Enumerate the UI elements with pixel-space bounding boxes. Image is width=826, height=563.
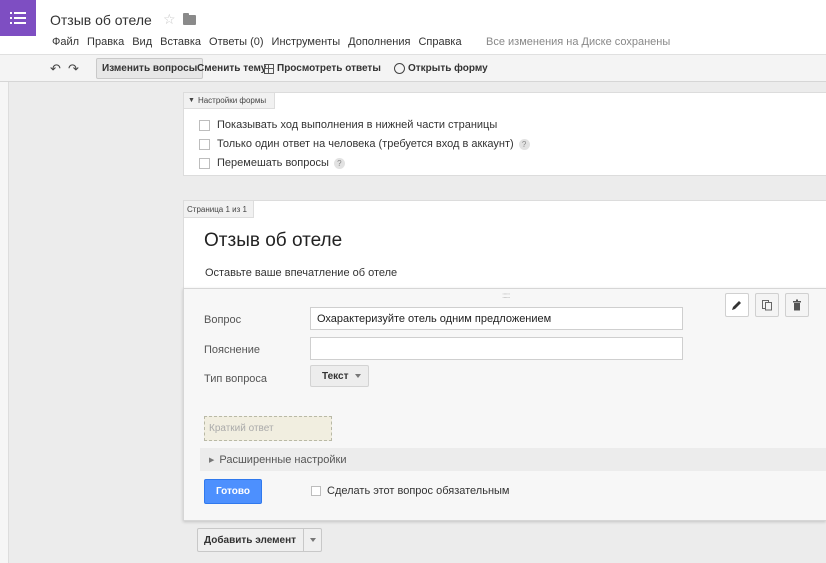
- forms-app-icon[interactable]: [0, 0, 36, 36]
- question-type-label: Тип вопроса: [204, 373, 268, 385]
- caret-down-icon: [355, 374, 361, 378]
- change-theme-label: Сменить тему: [197, 63, 267, 74]
- menu-file[interactable]: Файл: [52, 36, 79, 48]
- edit-questions-button[interactable]: Изменить вопросы: [96, 58, 204, 79]
- form-settings-label: Настройки формы: [197, 96, 267, 105]
- done-button[interactable]: Готово: [204, 479, 262, 504]
- document-title[interactable]: Отзыв об отеле: [50, 12, 152, 28]
- toolbar: ↶ ↷ Изменить вопросы Сменить тему Просмо…: [0, 54, 826, 82]
- redo-icon[interactable]: ↷: [68, 61, 79, 77]
- left-column: [0, 82, 9, 563]
- menu-view[interactable]: Вид: [132, 36, 152, 48]
- help-text-label: Пояснение: [204, 344, 261, 356]
- form-description[interactable]: Оставьте ваше впечатление об отеле: [205, 267, 397, 279]
- question-type-value: Текст: [322, 370, 349, 382]
- grid-icon: [264, 63, 274, 74]
- view-responses-button[interactable]: Просмотреть ответы: [259, 58, 386, 79]
- required-toggle[interactable]: Сделать этот вопрос обязательным: [311, 485, 510, 497]
- checkbox[interactable]: [199, 119, 210, 131]
- question-title-input[interactable]: [310, 307, 683, 330]
- advanced-settings-toggle[interactable]: ▶ Расширенные настройки: [200, 448, 826, 471]
- setting-show-progress[interactable]: Показывать ход выполнения в нижней части…: [199, 119, 497, 131]
- edit-question-button[interactable]: [725, 293, 749, 317]
- checkbox[interactable]: [199, 157, 210, 169]
- required-label: Сделать этот вопрос обязательным: [327, 485, 510, 497]
- folder-icon[interactable]: [183, 13, 196, 25]
- duplicate-question-button[interactable]: [755, 293, 779, 317]
- copy-icon: [762, 300, 772, 311]
- menu-edit[interactable]: Правка: [87, 36, 124, 48]
- page-card: Страница 1 из 1 Отзыв об отеле Оставьте …: [183, 200, 826, 290]
- menu-insert[interactable]: Вставка: [160, 36, 201, 48]
- add-element-label: Добавить элемент: [198, 529, 305, 551]
- add-element-button[interactable]: Добавить элемент: [197, 528, 323, 552]
- form-settings-toggle[interactable]: ▼ Настройки формы: [184, 93, 276, 109]
- checkbox[interactable]: [199, 138, 210, 150]
- add-element-dropdown[interactable]: [304, 529, 321, 551]
- help-icon[interactable]: ?: [333, 157, 345, 169]
- short-answer-preview: Краткий ответ: [204, 416, 332, 441]
- pencil-icon: [732, 301, 741, 310]
- triangle-right-icon: ▶: [209, 456, 215, 464]
- menu-bar: Файл Правка Вид Вставка Ответы (0) Инстр…: [52, 36, 470, 48]
- edit-questions-label: Изменить вопросы: [102, 63, 198, 74]
- view-responses-label: Просмотреть ответы: [277, 63, 381, 74]
- page-indicator: Страница 1 из 1: [184, 201, 254, 218]
- setting-one-response[interactable]: Только один ответ на человека (требуется…: [199, 138, 530, 150]
- delete-question-button[interactable]: [785, 293, 809, 317]
- help-text-input[interactable]: [310, 337, 683, 360]
- form-settings-panel: ▼ Настройки формы Показывать ход выполне…: [183, 92, 826, 176]
- menu-help[interactable]: Справка: [418, 36, 461, 48]
- undo-icon[interactable]: ↶: [50, 61, 61, 77]
- triangle-down-icon: ▼: [188, 97, 195, 104]
- menu-addons[interactable]: Дополнения: [348, 36, 410, 48]
- save-status: Все изменения на Диске сохранены: [486, 36, 671, 48]
- app-header: Отзыв об отеле ☆ Файл Правка Вид Вставка…: [0, 0, 826, 54]
- drag-handle-icon[interactable]: ::::::: [502, 291, 510, 300]
- setting-label: Показывать ход выполнения в нижней части…: [217, 119, 498, 131]
- question-label: Вопрос: [204, 314, 242, 326]
- trash-icon: [793, 299, 801, 311]
- open-form-button[interactable]: Открыть форму: [389, 58, 493, 79]
- setting-label: Перемешать вопросы: [217, 157, 329, 169]
- globe-icon: [394, 63, 405, 74]
- question-type-select[interactable]: Текст: [310, 365, 369, 387]
- required-checkbox[interactable]: [311, 486, 321, 496]
- question-editor: :::::: Вопрос Пояснение Тип вопроса Текс…: [183, 288, 826, 521]
- setting-label: Только один ответ на человека (требуется…: [217, 138, 514, 150]
- form-title[interactable]: Отзыв об отеле: [204, 230, 342, 252]
- list-icon: [10, 12, 26, 24]
- advanced-settings-label: Расширенные настройки: [219, 453, 347, 466]
- menu-responses[interactable]: Ответы (0): [209, 36, 264, 48]
- caret-down-icon: [309, 538, 316, 542]
- question-tools: [725, 293, 815, 317]
- menu-tools[interactable]: Инструменты: [272, 36, 341, 48]
- open-form-label: Открыть форму: [408, 63, 488, 74]
- star-icon[interactable]: ☆: [163, 11, 176, 28]
- setting-shuffle[interactable]: Перемешать вопросы ?: [199, 157, 345, 169]
- done-button-label: Готово: [215, 486, 251, 497]
- short-answer-placeholder: Краткий ответ: [209, 423, 274, 434]
- help-icon[interactable]: ?: [518, 138, 530, 150]
